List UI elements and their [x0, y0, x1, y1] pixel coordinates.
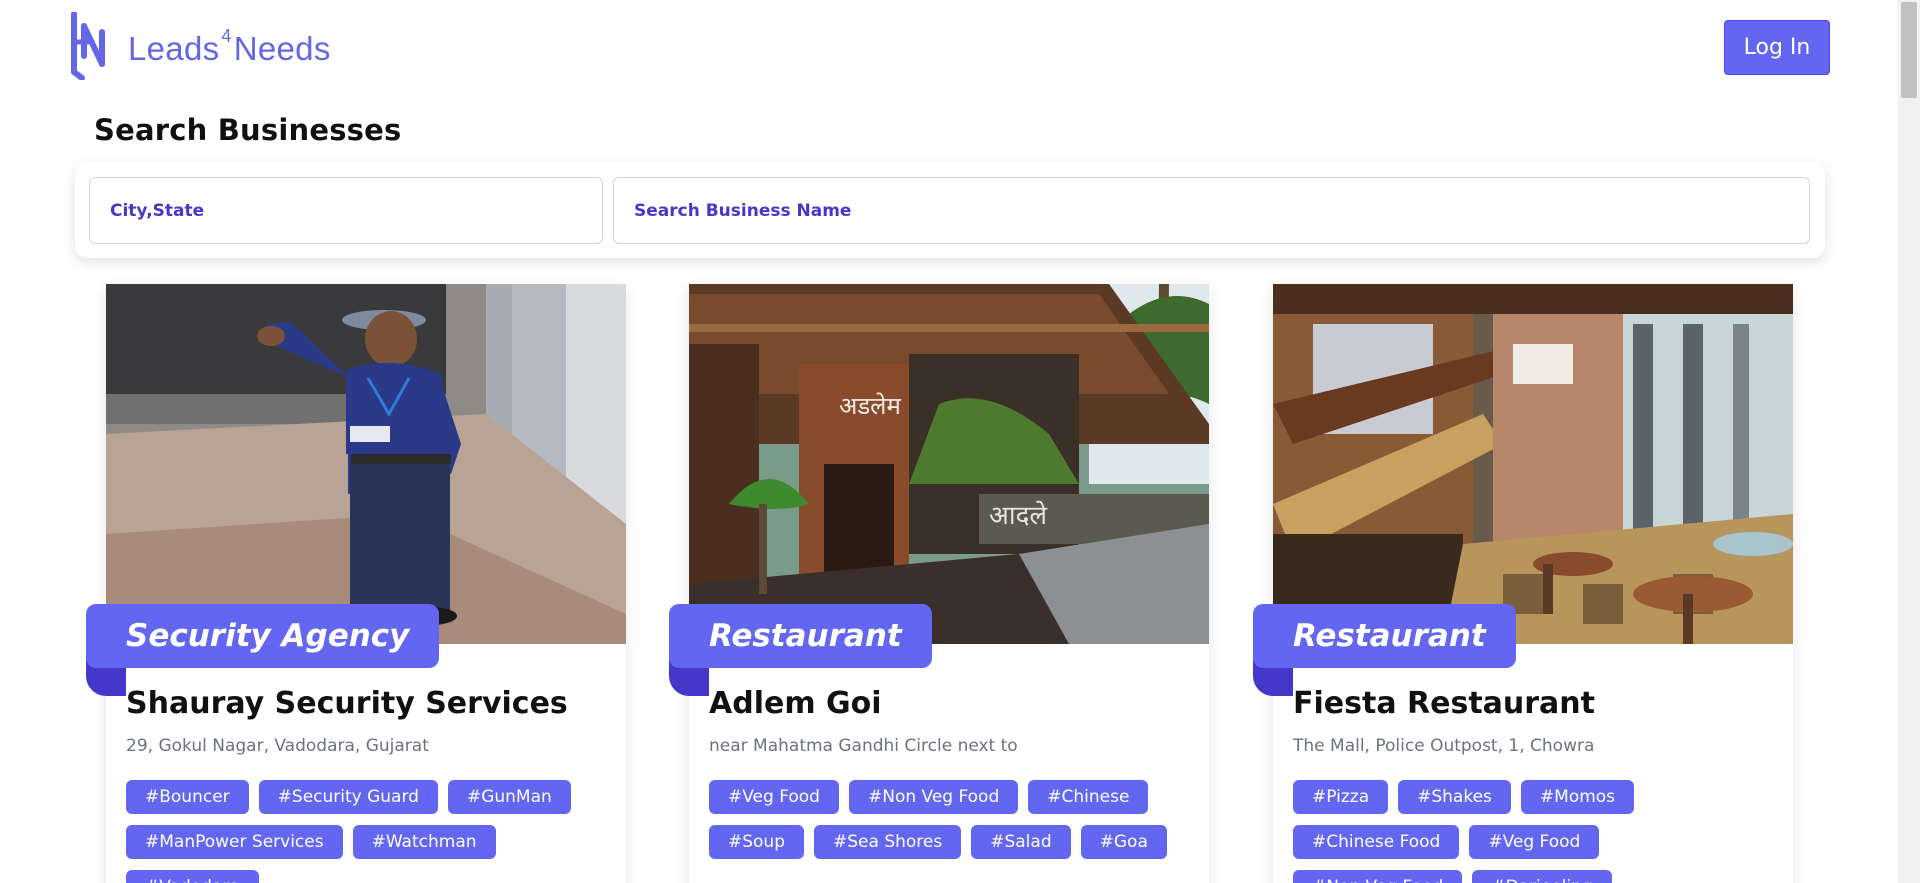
tag[interactable]: #Soup: [709, 825, 805, 859]
header: Leads 4Needs Log In: [0, 0, 1898, 100]
svg-text:आदले: आदले: [989, 500, 1047, 531]
business-card[interactable]: Security Agency Shauray Security Service…: [86, 284, 626, 883]
tag-list: #Pizza #Shakes #Momos #Chinese Food #Veg…: [1293, 780, 1773, 883]
tag[interactable]: #Momos: [1520, 780, 1635, 814]
svg-text:अडलेम: अडलेम: [839, 392, 901, 420]
category-badge: Security Agency: [86, 604, 440, 696]
business-card[interactable]: आदले अडलेम Restaurant Adlem Goi near Mah…: [669, 284, 1209, 883]
tag[interactable]: #Salad: [971, 825, 1071, 859]
page-title: Search Businesses: [94, 113, 402, 147]
business-image[interactable]: [106, 284, 626, 644]
restaurant-interior-photo: [1273, 284, 1793, 644]
tag[interactable]: #Darjeeling: [1472, 870, 1612, 883]
business-image[interactable]: आदले अडलेम: [689, 284, 1209, 644]
business-address: near Mahatma Gandhi Circle next to: [709, 736, 1018, 756]
business-name[interactable]: Shauray Security Services: [126, 686, 568, 721]
tag[interactable]: #Chinese: [1028, 780, 1149, 814]
tag[interactable]: #Vadodara: [126, 870, 259, 883]
tag-list: #Veg Food #Non Veg Food #Chinese #Soup #…: [709, 780, 1189, 859]
tag[interactable]: #Chinese Food: [1293, 825, 1460, 859]
page-scrollbar[interactable]: [1898, 0, 1920, 883]
business-name-search-input[interactable]: [613, 177, 1810, 244]
security-guard-photo: [106, 284, 626, 644]
business-name[interactable]: Adlem Goi: [709, 686, 882, 721]
tag[interactable]: #Sea Shores: [814, 825, 962, 859]
tag[interactable]: #Goa: [1080, 825, 1167, 859]
business-address: 29, Gokul Nagar, Vadodara, Gujarat: [126, 736, 429, 756]
category-label: Restaurant: [1253, 604, 1516, 668]
tag[interactable]: #GunMan: [447, 780, 571, 814]
category-label: Security Agency: [86, 604, 440, 668]
tag[interactable]: #ManPower Services: [126, 825, 343, 859]
login-button[interactable]: Log In: [1724, 20, 1830, 75]
tag[interactable]: #Pizza: [1293, 780, 1389, 814]
city-state-input[interactable]: [89, 177, 603, 244]
tag-list: #Bouncer #Security Guard #GunMan #ManPow…: [126, 780, 606, 883]
business-address: The Mall, Police Outpost, 1, Chowra: [1293, 736, 1595, 756]
tag[interactable]: #Watchman: [352, 825, 496, 859]
business-card[interactable]: Restaurant Fiesta Restaurant The Mall, P…: [1253, 284, 1793, 883]
tag[interactable]: #Veg Food: [709, 780, 839, 814]
category-badge: Restaurant: [669, 604, 932, 696]
category-label: Restaurant: [669, 604, 932, 668]
tag[interactable]: #Security Guard: [258, 780, 438, 814]
category-badge: Restaurant: [1253, 604, 1516, 696]
logo[interactable]: Leads 4Needs: [68, 12, 331, 80]
tag[interactable]: #Non Veg Food: [1293, 870, 1463, 883]
restaurant-exterior-photo: आदले अडलेम: [689, 284, 1209, 644]
search-panel: [75, 162, 1825, 258]
tag[interactable]: #Shakes: [1398, 780, 1511, 814]
tag[interactable]: #Veg Food: [1469, 825, 1600, 859]
business-name[interactable]: Fiesta Restaurant: [1293, 686, 1595, 721]
scrollbar-thumb[interactable]: [1901, 2, 1917, 98]
leads4needs-logo-icon: [71, 12, 105, 80]
tag[interactable]: #Non Veg Food: [848, 780, 1019, 814]
brand-name: Leads 4Needs: [128, 26, 331, 67]
tag[interactable]: #Bouncer: [126, 780, 249, 814]
business-image[interactable]: [1273, 284, 1793, 644]
